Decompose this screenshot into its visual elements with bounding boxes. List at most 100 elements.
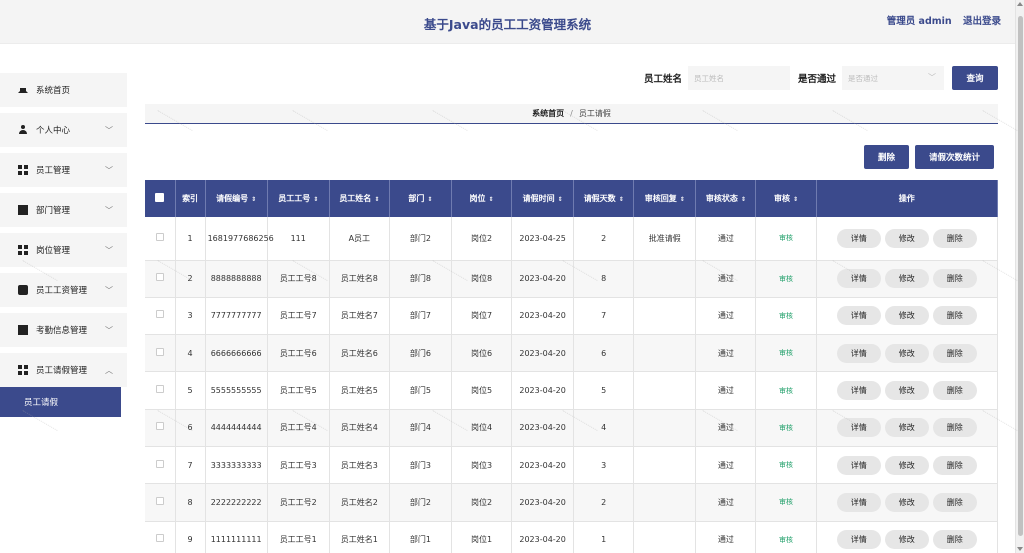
detail-button[interactable]: 详情 [836, 228, 881, 248]
column-header[interactable]: 审核状态 ⇕ [695, 180, 757, 217]
detail-button[interactable]: 详情 [836, 418, 881, 438]
row-select-cell[interactable] [145, 297, 176, 336]
column-header[interactable]: 员工姓名 ⇕ [329, 180, 390, 217]
chevron-down-icon: ﹀ [105, 326, 113, 335]
batch-delete-button[interactable]: 删除 [863, 145, 909, 169]
sidebar-item-employee-management[interactable]: 员工管理 ﹀ [0, 153, 127, 187]
audit-link[interactable]: 审核 [779, 461, 793, 469]
sidebar-item-salary-management[interactable]: 员工工资管理 ﹀ [0, 273, 127, 307]
edit-button[interactable]: 修改 [884, 269, 929, 289]
vertical-scrollbar[interactable] [1015, 0, 1024, 553]
row-checkbox[interactable] [155, 310, 164, 319]
column-header[interactable]: 部门 ⇕ [389, 180, 452, 217]
sidebar-item-leave-management[interactable]: 员工请假管理 ︿ [0, 353, 127, 387]
sort-icon[interactable]: ⇕ [619, 196, 624, 203]
column-header[interactable]: 审核回复 ⇕ [633, 180, 697, 217]
sort-icon[interactable]: ⇕ [489, 196, 494, 203]
detail-button[interactable]: 详情 [836, 530, 881, 550]
sidebar-item-department-management[interactable]: 部门管理 ﹀ [0, 193, 127, 227]
row-checkbox[interactable] [155, 422, 164, 431]
edit-button[interactable]: 修改 [884, 343, 929, 363]
sidebar-item-home[interactable]: 系统首页 [0, 73, 127, 107]
delete-button[interactable]: 删除 [932, 269, 977, 289]
name-search-input[interactable]: 员工姓名 [687, 66, 790, 90]
edit-button[interactable]: 修改 [884, 530, 929, 550]
sort-icon[interactable]: ⇕ [741, 196, 746, 203]
audit-link[interactable]: 审核 [779, 275, 793, 283]
audit-link[interactable]: 审核 [779, 234, 793, 242]
row-select-cell[interactable] [145, 334, 176, 373]
column-header[interactable]: 岗位 ⇕ [451, 180, 513, 217]
column-header[interactable]: 审核 ⇕ [755, 180, 817, 217]
edit-button[interactable]: 修改 [884, 306, 929, 326]
audit-link[interactable]: 审核 [779, 349, 793, 357]
edit-button[interactable]: 修改 [884, 228, 929, 248]
row-checkbox[interactable] [155, 232, 164, 241]
sort-icon[interactable]: ⇕ [793, 196, 798, 203]
edit-button[interactable]: 修改 [884, 381, 929, 401]
select-all-checkbox[interactable] [155, 193, 165, 202]
logout-link[interactable]: 退出登录 [963, 16, 1001, 27]
detail-button[interactable]: 详情 [836, 306, 881, 326]
row-select-cell[interactable] [145, 409, 176, 447]
sort-icon[interactable]: ⇕ [374, 196, 379, 203]
sidebar-item-personal-center[interactable]: 个人中心 ﹀ [0, 113, 127, 147]
row-select-cell[interactable] [145, 483, 176, 522]
sort-icon[interactable]: ⇕ [313, 196, 318, 203]
column-header[interactable]: 请假编号 ⇕ [205, 180, 268, 217]
column-header[interactable]: 请假时间 ⇕ [511, 180, 575, 217]
leave-stats-button[interactable]: 请假次数统计 [914, 145, 994, 169]
delete-button[interactable]: 删除 [932, 418, 977, 438]
row-checkbox[interactable] [155, 496, 164, 505]
delete-button[interactable]: 删除 [932, 306, 977, 326]
sidebar-item-attendance-management[interactable]: 考勤信息管理 ﹀ [0, 313, 127, 347]
column-header[interactable]: 请假天数 ⇕ [573, 180, 635, 217]
edit-button[interactable]: 修改 [884, 492, 929, 512]
audit-link[interactable]: 审核 [779, 424, 793, 432]
audit-link[interactable]: 审核 [779, 387, 793, 395]
search-button[interactable]: 查询 [952, 66, 998, 90]
scroll-down-arrow[interactable] [1017, 547, 1023, 551]
row-checkbox[interactable] [155, 459, 164, 468]
breadcrumb-home[interactable]: 系统首页 [532, 108, 564, 119]
delete-button[interactable]: 删除 [932, 228, 977, 248]
audit-link[interactable]: 审核 [779, 498, 793, 506]
column-header-label: 审核 [773, 194, 790, 203]
delete-button[interactable]: 删除 [932, 530, 977, 550]
audit-link[interactable]: 审核 [779, 312, 793, 320]
detail-button[interactable]: 详情 [836, 455, 881, 475]
row-select-cell[interactable] [145, 260, 176, 298]
select-all-header[interactable] [145, 180, 176, 217]
row-select-cell[interactable] [145, 217, 176, 261]
row-checkbox[interactable] [155, 385, 164, 394]
row-select-cell[interactable] [145, 521, 176, 553]
detail-button[interactable]: 详情 [836, 343, 881, 363]
row-select-cell[interactable] [145, 446, 176, 485]
column-header[interactable]: 员工工号 ⇕ [267, 180, 330, 217]
delete-button[interactable]: 删除 [932, 381, 977, 401]
detail-button[interactable]: 详情 [836, 381, 881, 401]
row-select-cell[interactable] [145, 371, 176, 410]
edit-button[interactable]: 修改 [884, 418, 929, 438]
scroll-thumb[interactable] [1018, 16, 1023, 536]
delete-button[interactable]: 删除 [932, 455, 977, 475]
row-checkbox[interactable] [155, 347, 164, 356]
delete-button[interactable]: 删除 [932, 492, 977, 512]
audit-link[interactable]: 审核 [779, 536, 793, 544]
edit-button[interactable]: 修改 [884, 455, 929, 475]
detail-button[interactable]: 详情 [836, 269, 881, 289]
row-checkbox[interactable] [155, 273, 164, 282]
sort-icon[interactable]: ⇕ [251, 196, 256, 203]
chevron-down-icon: ﹀ [928, 73, 936, 82]
grid-icon [18, 245, 28, 255]
sort-icon[interactable]: ⇕ [558, 196, 563, 203]
delete-button[interactable]: 删除 [932, 343, 977, 363]
pass-filter-select[interactable]: 是否通过 ﹀ [842, 66, 944, 90]
row-checkbox[interactable] [155, 534, 164, 543]
sidebar-item-post-management[interactable]: 岗位管理 ﹀ [0, 233, 127, 267]
sort-icon[interactable]: ⇕ [680, 196, 685, 203]
scroll-up-arrow[interactable] [1017, 2, 1023, 6]
detail-button[interactable]: 详情 [836, 492, 881, 512]
sidebar-subitem-leave[interactable]: 员工请假 [0, 387, 121, 417]
sort-icon[interactable]: ⇕ [427, 196, 432, 203]
